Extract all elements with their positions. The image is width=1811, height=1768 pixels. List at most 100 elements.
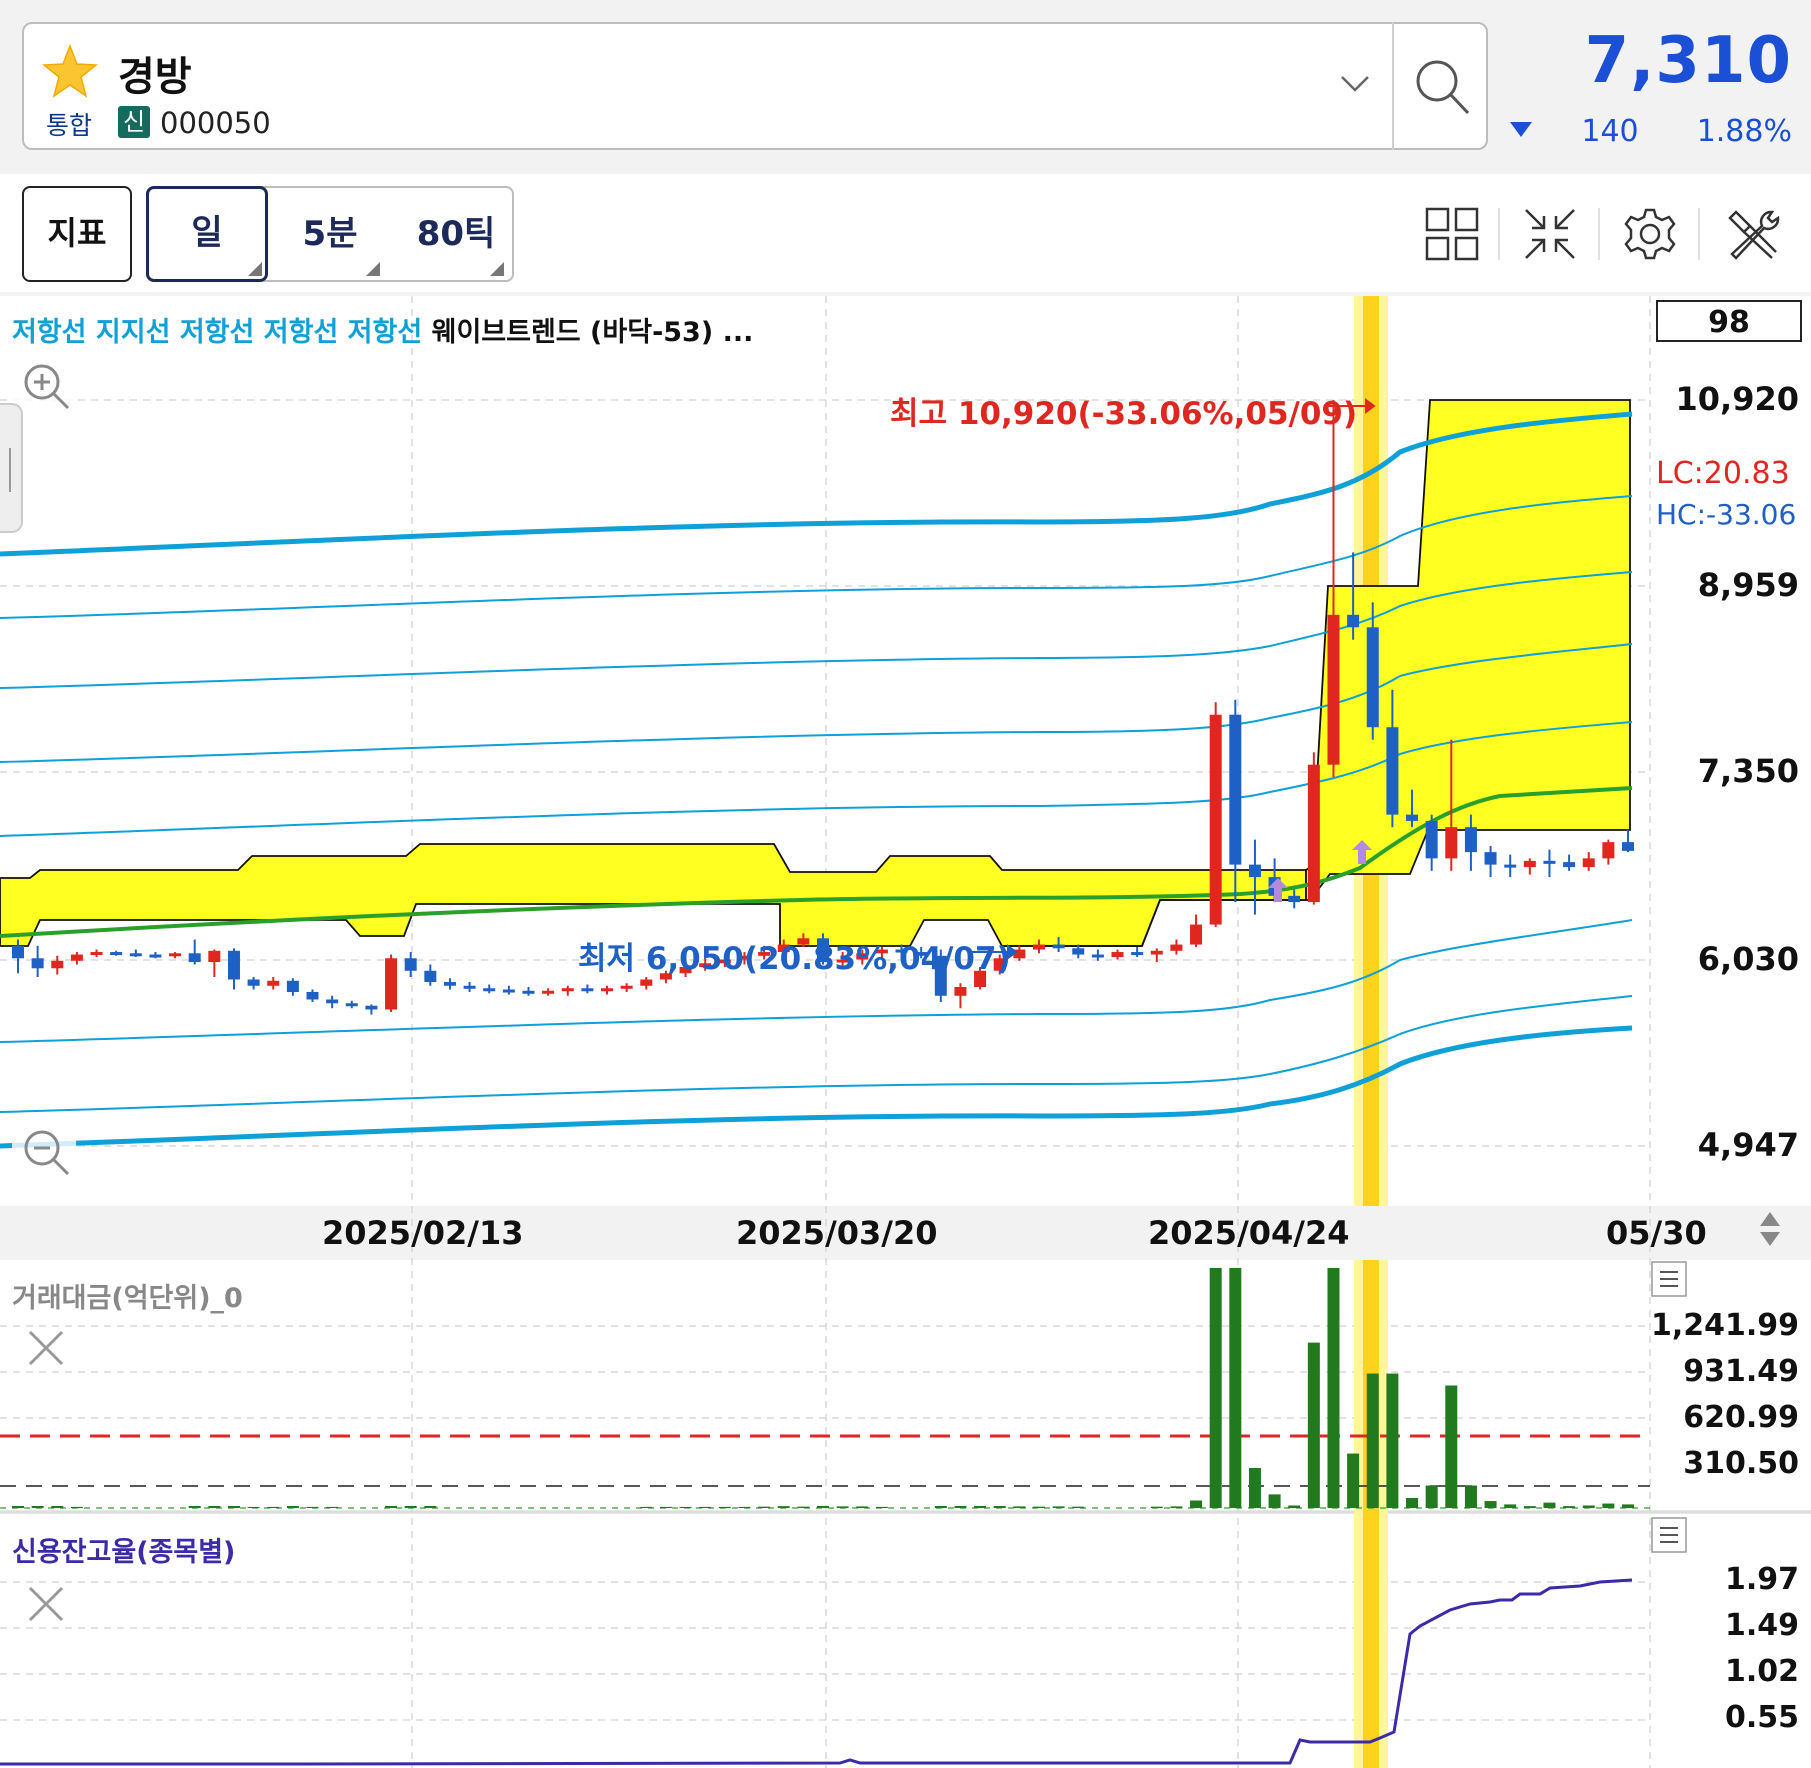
volume-bar — [1013, 1506, 1026, 1508]
volume-bar — [1268, 1494, 1281, 1508]
volume-bar — [699, 1506, 712, 1508]
volume-bar — [12, 1506, 24, 1508]
price-chart[interactable] — [0, 296, 1811, 1768]
candle-body — [1209, 714, 1222, 925]
x-tick-label: 2025/04/24 — [1148, 1214, 1350, 1252]
gear-icon[interactable] — [1622, 206, 1678, 262]
candle-body — [90, 952, 103, 956]
y-tick-label: 10,920 — [1675, 380, 1799, 418]
candle-body — [227, 950, 240, 980]
volume-bar — [1170, 1506, 1183, 1508]
volume-bar — [718, 1506, 731, 1508]
favorite-star-icon[interactable] — [40, 42, 100, 102]
candle-body — [1307, 764, 1320, 903]
volume-bar — [1425, 1485, 1438, 1508]
corner-arrow-icon — [366, 262, 380, 276]
x-tick-label: 2025/03/20 — [736, 1214, 938, 1252]
candle-body — [443, 982, 456, 986]
volume-menu-icon[interactable] — [1651, 1261, 1687, 1297]
candle-body — [1445, 827, 1458, 859]
candle-body — [1543, 860, 1556, 864]
volume-bar — [1445, 1385, 1458, 1508]
candle-body — [1327, 614, 1340, 765]
x-tick-label: 05/30 — [1606, 1214, 1707, 1252]
chevron-down-icon[interactable] — [1340, 74, 1370, 94]
collapse-icon[interactable] — [1522, 206, 1578, 262]
credit-badge: 신 — [118, 106, 150, 138]
volume-bar — [70, 1506, 83, 1508]
volume-bar — [326, 1506, 339, 1508]
volume-bar — [208, 1506, 221, 1508]
candle-body — [1406, 814, 1419, 821]
candle-body — [502, 989, 515, 993]
volume-y-tick: 931.49 — [1683, 1354, 1799, 1389]
volume-bar — [1622, 1504, 1634, 1508]
volume-bar — [267, 1506, 280, 1508]
hc-label: HC:-33.06 — [1656, 498, 1797, 531]
candle-body — [542, 990, 555, 994]
indicator-button[interactable]: 지표 — [22, 186, 132, 282]
candle-body — [1150, 950, 1163, 955]
volume-y-tick: 310.50 — [1683, 1446, 1799, 1481]
credit-panel-title[interactable]: 신용잔고율(종목별) — [12, 1530, 235, 1569]
market-label: 통합 — [46, 111, 93, 140]
volume-bar — [1150, 1506, 1163, 1508]
candle-body — [1091, 954, 1104, 958]
volume-bar — [1484, 1501, 1497, 1508]
candle-body — [1622, 842, 1634, 851]
credit-menu-icon[interactable] — [1651, 1517, 1687, 1553]
volume-bar — [51, 1506, 64, 1508]
tools-icon[interactable] — [1724, 206, 1780, 262]
candle-body — [208, 950, 221, 963]
volume-bar — [1072, 1506, 1085, 1508]
candle-body — [561, 988, 574, 992]
candle-body — [1131, 952, 1144, 956]
price-change-rate: 1.88% — [1696, 114, 1792, 149]
volume-bar — [404, 1506, 417, 1508]
high-annotation: 최고 10,920(-33.06%,05/09) — [890, 396, 1358, 432]
volume-bar — [286, 1506, 299, 1508]
zoom-out-icon[interactable] — [12, 1118, 76, 1182]
credit-y-tick: 1.02 — [1724, 1654, 1799, 1689]
candle-body — [1170, 944, 1183, 951]
side-drawer-handle[interactable] — [0, 403, 23, 533]
volume-y-tick: 1,241.99 — [1650, 1308, 1799, 1343]
volume-bar — [1464, 1485, 1477, 1508]
volume-bar — [1523, 1506, 1536, 1508]
divider — [1598, 208, 1600, 260]
volume-bar — [817, 1506, 829, 1508]
period-count-box[interactable]: 98 — [1656, 300, 1802, 342]
candle-body — [1288, 895, 1301, 903]
zoom-in-icon[interactable] — [12, 352, 76, 416]
volume-bar — [1032, 1506, 1045, 1508]
volume-bar — [188, 1506, 201, 1508]
stock-code: 000050 — [160, 106, 271, 140]
candle-body — [1111, 952, 1124, 958]
candle-body — [365, 1005, 378, 1010]
candle-body — [954, 987, 967, 996]
volume-bar — [1248, 1468, 1261, 1508]
candle-body — [1032, 944, 1045, 950]
indicator-legend[interactable]: 저항선 지지선 저항선 저항선 저항선 웨이브트렌드 (바닥-53) ... — [12, 310, 753, 349]
candle-body — [129, 953, 142, 957]
lc-label: LC:20.83 — [1656, 456, 1790, 491]
volume-bar — [1229, 1268, 1242, 1508]
volume-bar — [934, 1506, 947, 1508]
volume-bar — [954, 1506, 967, 1508]
candle-body — [12, 945, 24, 959]
candle-body — [188, 953, 201, 963]
volume-panel-title[interactable]: 거래대금(억단위)_0 — [12, 1276, 243, 1315]
period-5min-button[interactable]: 5분 — [280, 186, 380, 282]
credit-y-tick: 1.97 — [1724, 1562, 1799, 1597]
search-button[interactable] — [1394, 24, 1486, 148]
candle-body — [620, 985, 633, 989]
candle-body — [1602, 842, 1615, 859]
layout-grid-icon[interactable] — [1424, 206, 1480, 262]
current-price: 7,310 — [1584, 24, 1792, 98]
price-change: 140 — [1581, 114, 1639, 149]
candle-body — [1484, 852, 1497, 865]
volume-bar — [1327, 1268, 1340, 1508]
candle-body — [1072, 948, 1085, 955]
volume-bar — [227, 1506, 240, 1508]
candle-body — [51, 960, 64, 969]
